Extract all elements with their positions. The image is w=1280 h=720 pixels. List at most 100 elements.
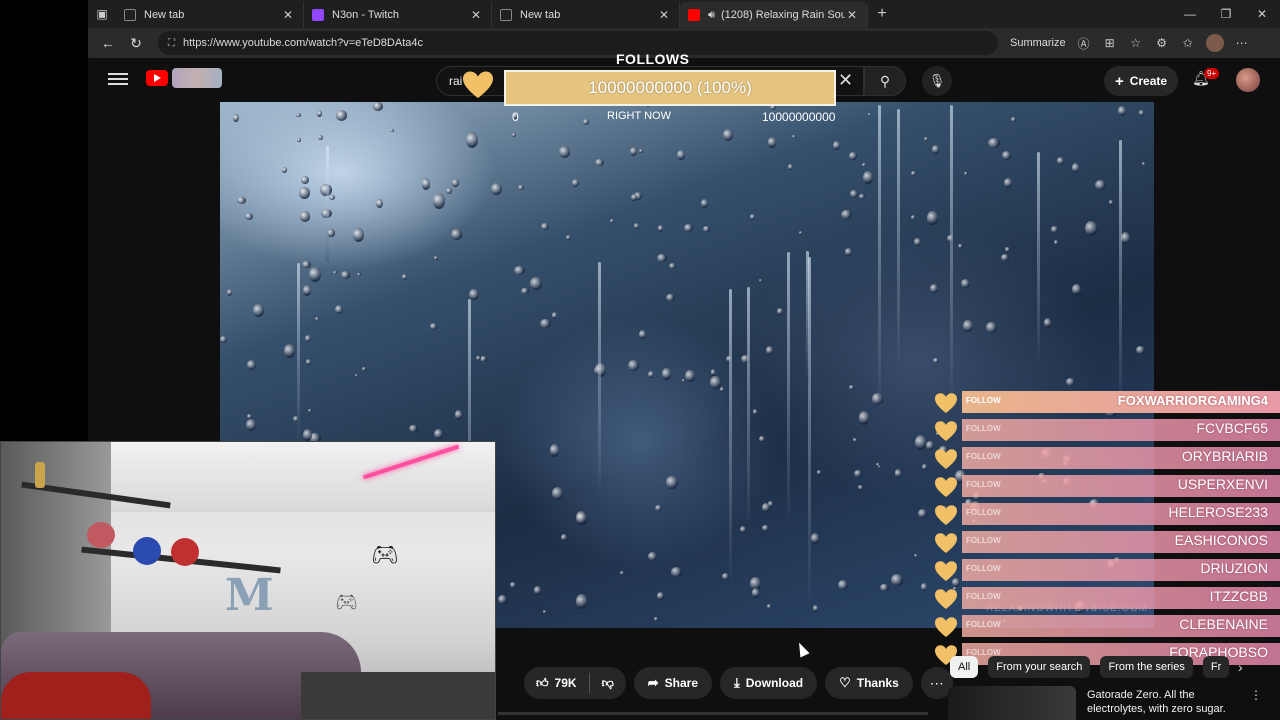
like-button[interactable]: 👍︎ 79K (524, 667, 589, 699)
raindrop (627, 359, 640, 372)
raindrop (520, 287, 529, 295)
raindrop (220, 336, 227, 343)
share-button[interactable]: ➦ Share (633, 667, 713, 699)
summarize-button[interactable]: Summarize (1010, 37, 1066, 49)
raindrop (812, 605, 819, 613)
dislike-button[interactable]: 👎︎ (590, 667, 626, 699)
back-icon[interactable]: ← (94, 35, 122, 51)
read-aloud-icon[interactable]: Ⓐ (1076, 35, 1092, 51)
raindrop (1071, 283, 1081, 296)
raindrop (963, 171, 968, 176)
apps-icon[interactable]: ⊞ (1102, 35, 1118, 51)
raindrop (840, 210, 852, 220)
thanks-button[interactable]: ♡ Thanks (825, 667, 913, 699)
raindrop (858, 411, 870, 425)
raindrop (402, 274, 408, 280)
raindrop (669, 262, 677, 270)
follow-label: FOLLOW (966, 536, 1001, 545)
tab-favicon-icon (500, 9, 512, 21)
ad-title[interactable]: Gatorade Zero. All the electrolytes, wit… (1087, 688, 1237, 716)
chevron-right-icon[interactable]: › (1238, 656, 1258, 678)
youtube-logo-icon[interactable] (146, 70, 168, 86)
raindrop (921, 463, 927, 470)
raindrop (862, 171, 873, 184)
raindrop (722, 129, 733, 142)
close-tab-icon[interactable]: ✕ (281, 8, 295, 22)
close-tab-icon[interactable]: ✕ (845, 8, 859, 22)
raindrop (710, 369, 716, 376)
raindrop (450, 228, 462, 240)
favorite-star-icon[interactable]: ☆ (1128, 35, 1144, 51)
raindrop (296, 112, 301, 117)
new-tab-icon[interactable]: + (868, 5, 896, 23)
site-info-icon[interactable]: ⛶ (168, 38, 175, 49)
controller-decor-icon: 🎮︎ (335, 592, 358, 612)
raindrop (681, 378, 686, 383)
tab-title: (1208) Relaxing Rain Sounds (720, 9, 845, 21)
more-menu-icon[interactable]: ⋯ (1234, 35, 1250, 51)
raindrop (452, 179, 460, 187)
close-tab-icon[interactable]: ✕ (469, 8, 483, 22)
minimize-icon[interactable]: — (1172, 0, 1208, 28)
raindrop (910, 215, 915, 221)
raindrop (466, 132, 478, 149)
guide-menu-icon[interactable] (108, 70, 128, 90)
screen: ▣ New tab ✕ N3on - Twitch ✕ New tab ✕ 🔊︎… (0, 0, 1280, 720)
profile-avatar[interactable] (1205, 34, 1224, 52)
tab-actions-icon[interactable]: ▣ (88, 0, 116, 28)
follow-label: FOLLOW (966, 480, 1001, 489)
refresh-icon[interactable]: ↻ (122, 35, 150, 52)
thanks-icon: ♡ (839, 675, 851, 690)
raindrop (534, 585, 542, 595)
follower-name: CLEBENAINE (1179, 616, 1268, 632)
voice-search-button[interactable]: 🎙︎ (922, 66, 952, 96)
browser-toolbar: Summarize Ⓐ ⊞ ☆ ⚙ ✩ ⋯ (1010, 34, 1250, 52)
raindrop (511, 133, 516, 138)
raindrop (356, 273, 361, 277)
more-vertical-icon[interactable]: ⋮ (1250, 688, 1262, 702)
raindrop (752, 408, 758, 415)
maximize-icon[interactable]: ❐ (1208, 0, 1244, 28)
raindrop (333, 271, 337, 275)
browser-tab-3[interactable]: New tab ✕ (492, 2, 680, 28)
url-field[interactable]: ⛶ https://www.youtube.com/watch?v=eTeD8D… (158, 31, 998, 55)
chip-truncated[interactable]: Fr (1202, 656, 1230, 678)
url-text: https://www.youtube.com/watch?v=eTeD8DAt… (183, 37, 423, 49)
thanks-label: Thanks (856, 676, 899, 690)
raindrop (354, 374, 358, 378)
ad-thumbnail[interactable] (948, 686, 1076, 720)
raindrop (445, 188, 452, 195)
close-tab-icon[interactable]: ✕ (657, 8, 671, 22)
follower-name: USPERXENVI (1177, 476, 1268, 492)
blanket (1, 672, 151, 719)
browser-tab-2[interactable]: N3on - Twitch ✕ (304, 2, 492, 28)
raindrop (571, 179, 579, 188)
close-window-icon[interactable]: ✕ (1244, 0, 1280, 28)
extension-icon[interactable]: ⚙ (1154, 35, 1170, 51)
download-button[interactable]: ⤓ Download (720, 667, 818, 699)
youtube-doodle[interactable] (172, 68, 222, 88)
favorites-icon[interactable]: ✩ (1180, 35, 1196, 51)
raindrop (911, 170, 917, 176)
tab-title: New tab (144, 9, 185, 21)
raindrop (318, 134, 323, 140)
rain-streak (325, 146, 329, 262)
raindrop (1118, 106, 1126, 117)
raindrop (246, 360, 257, 370)
raindrop (859, 193, 866, 200)
speaker-icon[interactable]: 🔊︎ (708, 9, 715, 22)
create-button[interactable]: + Create (1104, 66, 1178, 96)
search-button[interactable]: ⚲ (864, 66, 906, 96)
raindrop (530, 276, 542, 291)
raindrop (497, 595, 507, 605)
raindrop (1095, 180, 1106, 191)
browser-tab-4-active[interactable]: 🔊︎ (1208) Relaxing Rain Sounds ✕ (680, 2, 868, 28)
raindrop (409, 424, 419, 432)
clear-search-icon[interactable]: ✕ (838, 70, 853, 91)
browser-tab-1[interactable]: New tab ✕ (116, 2, 304, 28)
chip-from-your-search[interactable]: From your search (988, 656, 1091, 678)
account-avatar[interactable] (1236, 68, 1260, 92)
chip-all[interactable]: All (950, 656, 979, 678)
search-icon: ⚲ (879, 72, 891, 89)
chip-from-the-series[interactable]: From the series (1100, 656, 1193, 678)
